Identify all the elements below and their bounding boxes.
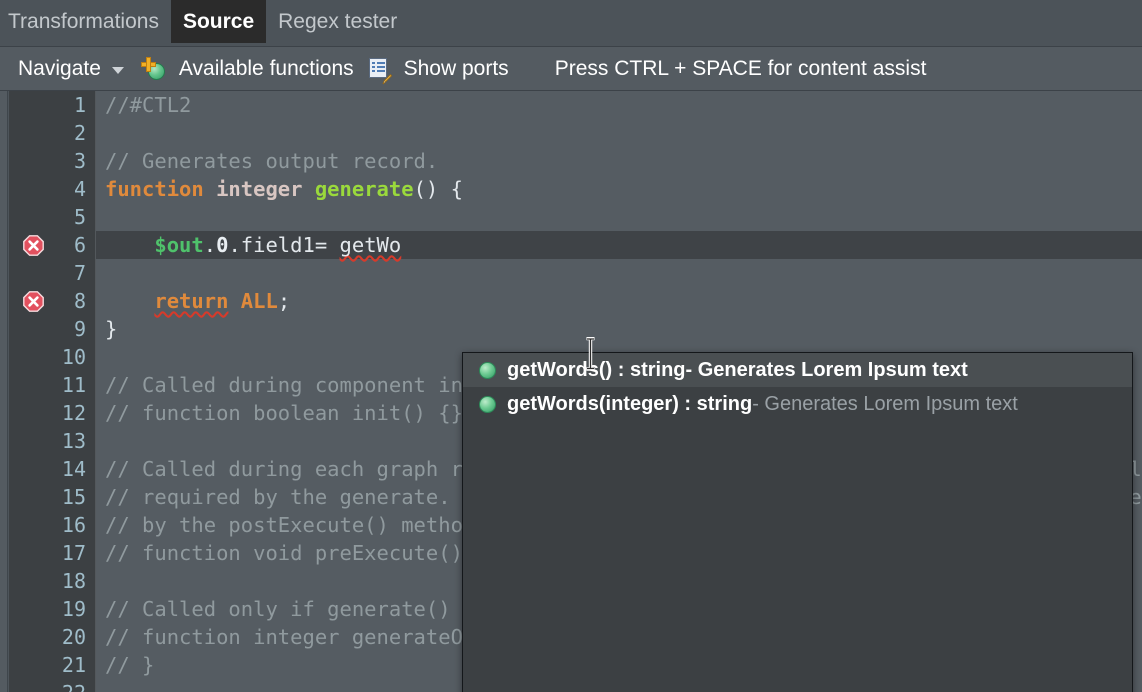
gutter-line: 10: [61, 345, 86, 369]
gutter-line: 19: [61, 597, 86, 621]
editor-tab-bar: Transformations Source Regex tester: [0, 0, 1142, 47]
autocomplete-signature: getWords(integer) : string: [507, 392, 753, 415]
chevron-down-icon: [111, 66, 124, 74]
code-editor: 1 2 3 4 5 6 7 8 9 10 11 12 13 14 15 16 1…: [0, 91, 1142, 692]
code-line-9: }: [105, 317, 118, 341]
partial-identifier: getWo: [339, 233, 402, 257]
navigate-label: Navigate: [18, 56, 101, 80]
navigate-dropdown[interactable]: Navigate: [0, 47, 124, 91]
gutter-line: 20: [61, 625, 86, 649]
gutter-line: 7: [73, 261, 86, 285]
available-functions-button[interactable]: Available functions: [140, 47, 354, 91]
autocomplete-description: - Generates Lorem Ipsum text: [752, 392, 1018, 415]
gutter-line: 2: [73, 121, 86, 145]
gutter-line: 21: [61, 653, 86, 677]
green-function-icon: [479, 395, 496, 413]
code-line-4: function integer generate() {: [105, 177, 463, 201]
autocomplete-item[interactable]: getWords(integer) : string - Generates L…: [463, 387, 1132, 421]
gutter-line: 16: [61, 513, 86, 537]
autocomplete-signature: getWords() : string: [507, 358, 686, 381]
gutter-line-with-error[interactable]: 6: [9, 231, 95, 259]
line-number-gutter[interactable]: 1 2 3 4 5 6 7 8 9 10 11 12 13 14 15 16 1…: [9, 91, 96, 692]
source-editor-window: Transformations Source Regex tester Navi…: [0, 0, 1142, 692]
gutter-line: 12: [61, 401, 86, 425]
editor-left-strip: [0, 91, 8, 692]
tab-transformations[interactable]: Transformations: [0, 0, 171, 43]
gutter-line: 5: [73, 205, 86, 229]
gutter-line: 18: [61, 569, 86, 593]
content-assist-popup[interactable]: getWords() : string - Generates Lorem Ip…: [462, 352, 1133, 692]
content-assist-hint: Press CTRL + SPACE for content assist: [554, 56, 927, 80]
gutter-line: 1: [73, 93, 86, 117]
gutter-line: 4: [73, 177, 86, 201]
available-functions-label: Available functions: [178, 56, 354, 80]
gutter-line-with-error[interactable]: 8: [9, 287, 95, 315]
green-function-icon: [479, 361, 496, 379]
gutter-line: 13: [61, 429, 86, 453]
code-line-8: return ALL;: [154, 289, 291, 313]
gutter-line: 17: [61, 541, 86, 565]
gutter-line: 14: [61, 457, 86, 481]
gutter-line: 22: [9, 679, 95, 692]
code-line-3: // Generates output record.: [105, 149, 439, 173]
error-marker-icon[interactable]: [23, 291, 44, 312]
code-line-6[interactable]: $out.0.field1= getWo: [96, 231, 1142, 259]
gutter-line: 9: [73, 317, 86, 341]
gutter-line: 15: [61, 485, 86, 509]
autocomplete-item[interactable]: getWords() : string - Generates Lorem Ip…: [463, 353, 1132, 387]
gutter-line: 3: [73, 149, 86, 173]
show-ports-label: Show ports: [403, 56, 509, 80]
tab-source[interactable]: Source: [170, 0, 267, 43]
green-sphere-plus-icon: [140, 56, 167, 81]
error-marker-icon[interactable]: [23, 235, 44, 256]
editor-toolbar: Navigate Available functions Show ports …: [0, 47, 1142, 91]
tab-regex-tester[interactable]: Regex tester: [266, 0, 409, 43]
show-ports-button[interactable]: Show ports: [368, 47, 509, 91]
document-pencil-icon: [368, 57, 392, 84]
code-line-1: //#CTL2: [105, 93, 192, 117]
autocomplete-description: - Generates Lorem Ipsum text: [685, 358, 968, 381]
gutter-line: 11: [61, 373, 86, 397]
